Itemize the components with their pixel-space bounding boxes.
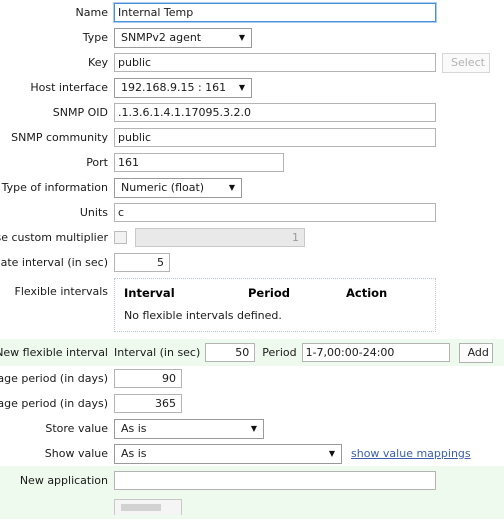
label-flexible-intervals: Flexible intervals — [14, 285, 109, 298]
add-flexible-interval-button[interactable]: Add — [458, 342, 493, 363]
chevron-down-icon: ▼ — [238, 32, 245, 42]
label-store-value: Store value — [45, 422, 108, 435]
control-show-value: As is ▼ show value mappings — [114, 443, 471, 464]
control-trend-period — [114, 394, 182, 413]
label-snmp-oid: SNMP OID — [52, 106, 108, 119]
label-new-interval-period: Period — [262, 346, 297, 359]
new-flexible-interval-input[interactable] — [205, 343, 256, 362]
form-row-history-period: History storage period (in days) — [0, 366, 504, 391]
store-value-select-value: As is — [121, 422, 147, 435]
form-row-flexible-intervals: Flexible intervals Interval Period Actio… — [0, 275, 504, 336]
control-new-flexible-interval: Interval (in sec) Period Add — [114, 342, 493, 363]
snmp-community-input[interactable] — [114, 128, 436, 147]
form-row-name: Name — [0, 0, 504, 25]
label-new-flexible-interval: New flexible interval — [0, 346, 108, 359]
chevron-down-icon: ▼ — [328, 448, 335, 458]
form-row-host-interface: Host interface 192.168.9.15 : 161 ▼ — [0, 75, 504, 100]
history-period-input[interactable] — [114, 369, 182, 388]
control-key: Select — [114, 52, 490, 73]
control-host-interface: 192.168.9.15 : 161 ▼ — [114, 77, 252, 98]
control-units — [114, 203, 436, 222]
host-interface-select[interactable]: 192.168.9.15 : 161 ▼ — [114, 77, 252, 98]
update-interval-input[interactable] — [114, 253, 170, 272]
label-name: Name — [75, 6, 108, 19]
control-snmp-oid — [114, 103, 436, 122]
select-key-button[interactable]: Select — [442, 52, 490, 73]
item-configuration-form: Name Type SNMPv2 agent ▼ Key Select Host… — [0, 0, 504, 519]
chevron-down-icon: ▼ — [250, 423, 257, 433]
label-trend-period: Trend storage period (in days) — [0, 397, 108, 410]
label-show-value: Show value — [44, 447, 108, 460]
control-update-interval — [114, 253, 170, 272]
control-snmp-community — [114, 128, 436, 147]
form-row-snmp-community: SNMP community — [0, 125, 504, 150]
column-header-action: Action — [346, 286, 388, 300]
control-history-period — [114, 369, 182, 388]
units-input[interactable] — [114, 203, 436, 222]
new-flexible-period-input[interactable] — [301, 343, 450, 362]
column-header-interval: Interval — [124, 286, 175, 300]
label-custom-multiplier: Use custom multiplier — [0, 231, 108, 244]
control-name — [114, 3, 436, 22]
chevron-down-icon: ▼ — [238, 82, 245, 92]
form-row-snmp-oid: SNMP OID — [0, 100, 504, 125]
type-select-value: SNMPv2 agent — [121, 31, 202, 44]
label-host-interface: Host interface — [30, 81, 108, 94]
type-of-information-select-value: Numeric (float) — [121, 181, 205, 194]
form-row-show-value: Show value As is ▼ show value mappings — [0, 441, 504, 466]
custom-multiplier-input[interactable] — [135, 228, 305, 247]
label-type-of-information: Type of information — [1, 181, 108, 194]
label-snmp-community: SNMP community — [11, 131, 108, 144]
form-row-clipped-bottom — [0, 494, 504, 519]
store-value-select[interactable]: As is ▼ — [114, 418, 264, 439]
control-flexible-intervals: Interval Period Action No flexible inter… — [114, 275, 436, 336]
chevron-down-icon: ▼ — [228, 182, 235, 192]
control-store-value: As is ▼ — [114, 418, 264, 439]
label-key: Key — [88, 56, 108, 69]
flexible-intervals-empty-message: No flexible intervals defined. — [124, 309, 282, 322]
form-row-key: Key Select — [0, 50, 504, 75]
show-value-select[interactable]: As is ▼ — [114, 443, 342, 464]
label-update-interval: Update interval (in sec) — [0, 256, 108, 269]
column-header-period: Period — [248, 286, 290, 300]
form-row-update-interval: Update interval (in sec) — [0, 250, 504, 275]
new-application-input[interactable] — [114, 470, 436, 490]
type-of-information-select[interactable]: Numeric (float) ▼ — [114, 177, 242, 198]
form-row-type: Type SNMPv2 agent ▼ — [0, 25, 504, 50]
label-port: Port — [86, 156, 108, 169]
name-input[interactable] — [114, 3, 436, 22]
form-row-custom-multiplier: Use custom multiplier — [0, 225, 504, 250]
type-select[interactable]: SNMPv2 agent ▼ — [114, 27, 252, 48]
snmp-oid-input[interactable] — [114, 103, 436, 122]
control-type-of-information: Numeric (float) ▼ — [114, 177, 242, 198]
clipped-control[interactable] — [114, 498, 182, 515]
label-new-interval-seconds: Interval (in sec) — [114, 346, 201, 359]
form-row-type-of-information: Type of information Numeric (float) ▼ — [0, 175, 504, 200]
control-new-application — [114, 470, 436, 490]
show-value-select-value: As is — [121, 447, 147, 460]
form-row-new-flexible-interval: New flexible interval Interval (in sec) … — [0, 339, 504, 366]
host-interface-select-value: 192.168.9.15 : 161 — [121, 81, 227, 94]
label-new-application: New application — [19, 473, 108, 487]
flexible-intervals-table: Interval Period Action No flexible inter… — [114, 278, 436, 332]
label-type: Type — [82, 31, 108, 44]
form-row-trend-period: Trend storage period (in days) — [0, 391, 504, 416]
label-units: Units — [79, 206, 108, 219]
trend-period-input[interactable] — [114, 394, 182, 413]
key-input[interactable] — [114, 53, 436, 72]
control-custom-multiplier — [114, 228, 305, 247]
show-value-mappings-link[interactable]: show value mappings — [351, 447, 471, 460]
custom-multiplier-checkbox[interactable] — [114, 231, 127, 244]
form-row-units: Units — [0, 200, 504, 225]
form-row-port: Port — [0, 150, 504, 175]
flexible-intervals-table-header: Interval Period Action — [124, 286, 426, 309]
port-input[interactable] — [114, 153, 284, 172]
form-row-new-application: New application — [0, 466, 504, 494]
control-type: SNMPv2 agent ▼ — [114, 27, 252, 48]
control-port — [114, 153, 284, 172]
form-row-store-value: Store value As is ▼ — [0, 416, 504, 441]
label-history-period: History storage period (in days) — [0, 372, 108, 385]
